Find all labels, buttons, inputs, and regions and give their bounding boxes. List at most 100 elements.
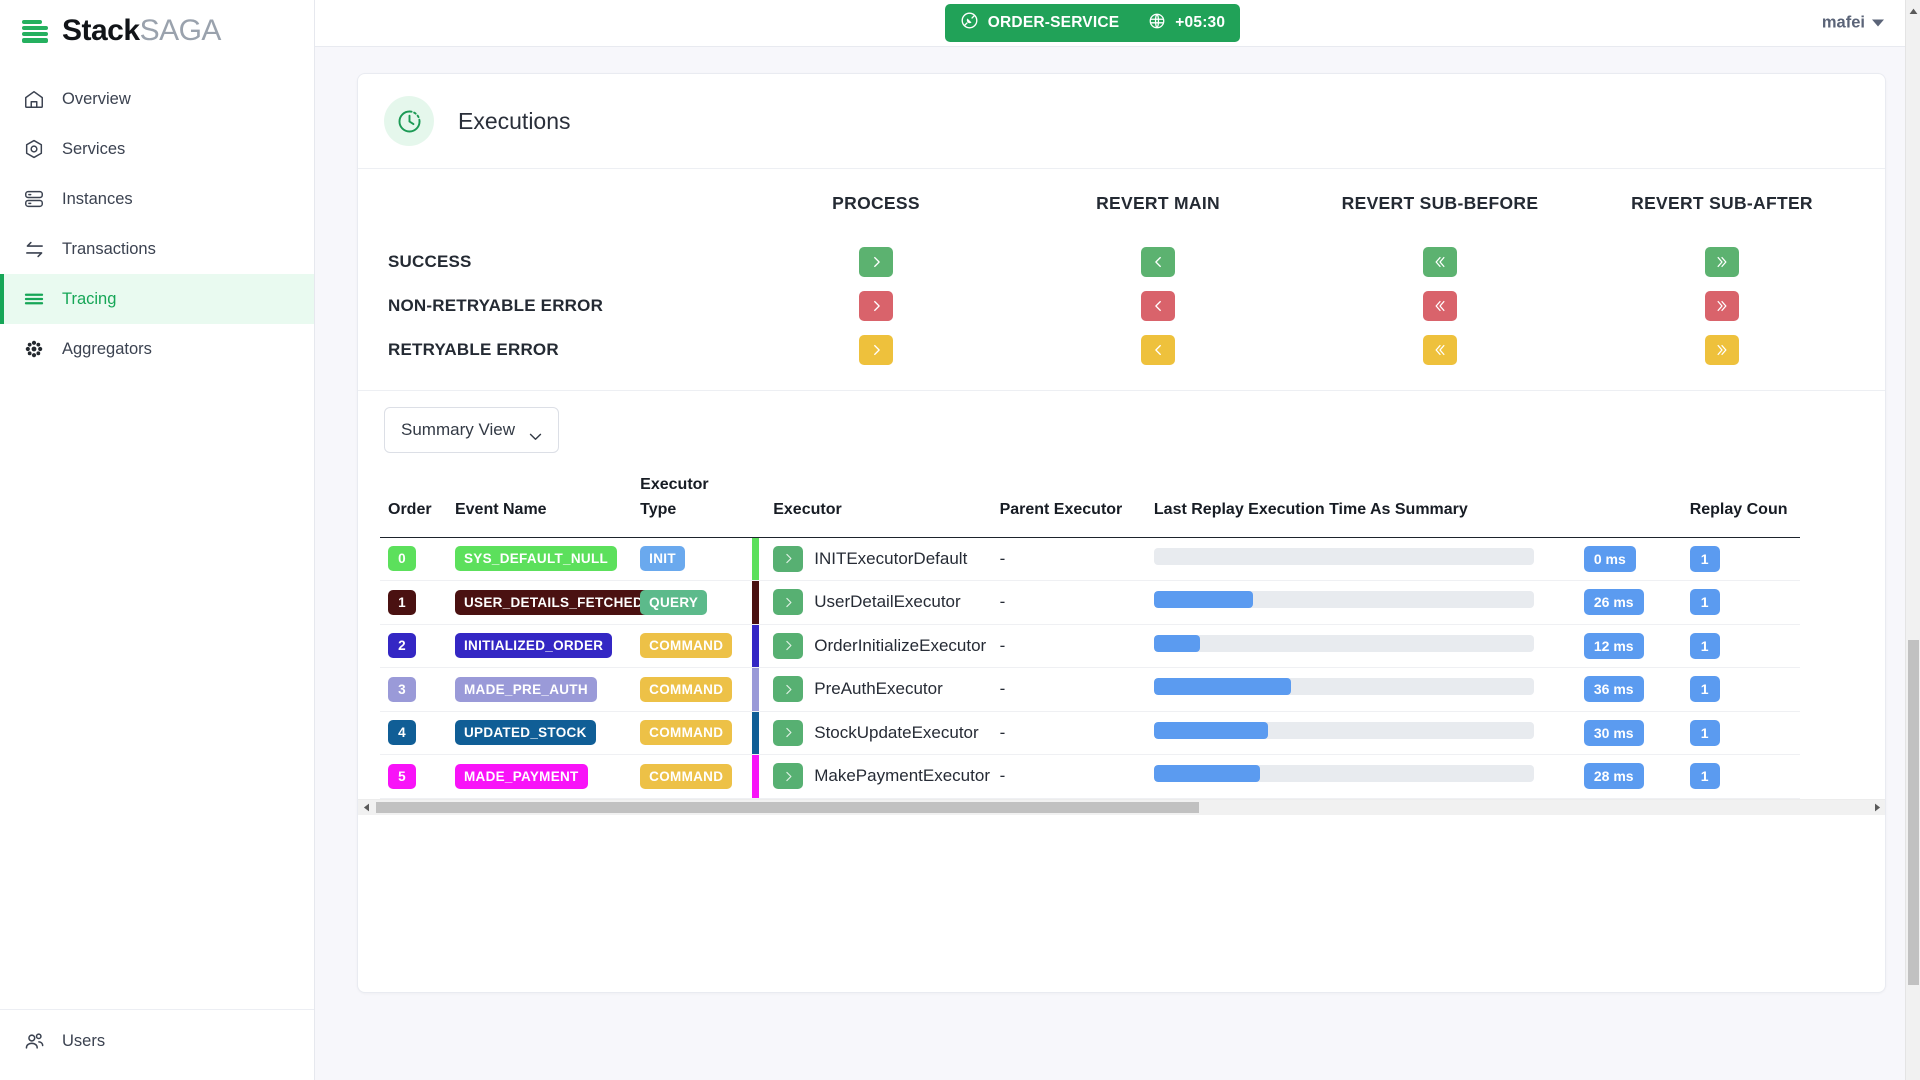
row-color-bar — [752, 668, 760, 711]
horizontal-scrollbar[interactable] — [358, 798, 1885, 815]
th-parent-executor[interactable]: Parent Executor — [999, 473, 1154, 538]
chip-retryable-revert-main[interactable] — [1141, 335, 1175, 365]
main-region: ORDER-SERVICE +05:30 mafei Executions PR… — [315, 0, 1920, 1080]
event-name-badge: USER_DETAILS_FETCHED — [454, 589, 652, 615]
chip-success-process[interactable] — [859, 247, 893, 277]
chip-nonretryable-process[interactable] — [859, 291, 893, 321]
replay-time-track — [1153, 721, 1534, 739]
horizontal-scroll-thumb[interactable] — [376, 801, 1199, 813]
cell-executor-type: COMMAND — [640, 754, 760, 799]
replay-count-badge: 1 — [1689, 763, 1720, 790]
hexagon-gear-icon — [22, 137, 46, 161]
chip-success-revert-main[interactable] — [1141, 247, 1175, 277]
expand-executor-icon[interactable] — [773, 763, 804, 790]
th-executor-type-line1: Executor — [640, 476, 709, 493]
executor-name: PreAuthExecutor — [814, 679, 943, 699]
executions-table-scroll: Order Event Name Executor Type Executor … — [358, 473, 1885, 815]
sidebar-item-services[interactable]: Services — [0, 124, 314, 174]
replay-time-track — [1153, 591, 1534, 609]
table-row[interactable]: 4 UPDATED_STOCK COMMAND StockUpdateExecutor… — [380, 711, 1800, 756]
table-row[interactable]: 2 INITIALIZED_ORDER COMMAND OrderInitialize… — [380, 624, 1800, 669]
replay-time-fill — [1153, 678, 1291, 696]
executor-type-badge: COMMAND — [640, 633, 733, 659]
cell-executor-type: INIT — [640, 537, 760, 582]
cell-ms: 30 ms — [1583, 711, 1690, 756]
th-event-name[interactable]: Event Name — [454, 473, 641, 538]
scroll-left-arrow-icon[interactable] — [358, 799, 374, 815]
cell-order: 3 — [380, 667, 455, 712]
replay-time-fill — [1153, 721, 1268, 739]
sidebar-item-tracing[interactable]: Tracing — [0, 274, 314, 324]
chip-nonretryable-revert-sub-after[interactable] — [1705, 291, 1739, 321]
cell-executor: StockUpdateExecutor — [752, 711, 1000, 756]
table-row[interactable]: 0 SYS_DEFAULT_NULL INIT INITExecutorDefault… — [380, 537, 1800, 582]
chip-nonretryable-revert-sub-before[interactable] — [1423, 291, 1457, 321]
replay-time-badge: 26 ms — [1583, 589, 1644, 616]
parent-executor-value: - — [999, 722, 1006, 742]
sidebar-item-instances[interactable]: Instances — [0, 174, 314, 224]
th-replay-count[interactable]: Replay Coun — [1689, 473, 1800, 538]
chip-success-revert-sub-before[interactable] — [1423, 247, 1457, 277]
expand-executor-icon[interactable] — [773, 676, 804, 703]
plug-circle-icon — [960, 11, 979, 35]
expand-executor-icon[interactable] — [773, 545, 804, 572]
sidebar-item-label: Aggregators — [62, 339, 152, 358]
parent-executor-value: - — [999, 592, 1006, 612]
user-menu[interactable]: mafei — [1822, 14, 1884, 33]
replay-time-badge: 0 ms — [1583, 545, 1636, 572]
sidebar-item-overview[interactable]: Overview — [0, 74, 314, 124]
chip-nonretryable-revert-main[interactable] — [1141, 291, 1175, 321]
chip-retryable-process[interactable] — [859, 335, 893, 365]
table-row[interactable]: 3 MADE_PRE_AUTH COMMAND PreAuthExecutor - 36 … — [380, 667, 1800, 712]
th-order[interactable]: Order — [380, 473, 455, 538]
chevron-down-icon — [1872, 19, 1884, 27]
th-last-replay[interactable]: Last Replay Execution Time As Summary — [1153, 473, 1584, 538]
asterisk-flower-icon — [22, 337, 46, 361]
th-executor[interactable]: Executor — [759, 473, 1000, 538]
brand-logo[interactable]: StackSAGA — [0, 0, 314, 62]
sidebar-item-label: Instances — [62, 189, 133, 208]
cell-order: 4 — [380, 711, 455, 756]
page-vertical-scrollbar[interactable] — [1905, 0, 1920, 1080]
event-name-badge: MADE_PRE_AUTH — [454, 676, 597, 702]
expand-executor-icon[interactable] — [773, 632, 804, 659]
brand-name-light: SAGA — [139, 14, 222, 47]
table-row[interactable]: 1 USER_DETAILS_FETCHED QUERY UserDetailExec… — [380, 580, 1800, 625]
event-name-badge: MADE_PAYMENT — [454, 763, 588, 789]
cell-order: 0 — [380, 537, 455, 582]
chip-retryable-revert-sub-before[interactable] — [1423, 335, 1457, 365]
scroll-up-arrow-icon[interactable] — [1909, 2, 1918, 20]
row-color-bar — [752, 537, 760, 581]
th-executor-type[interactable]: Executor Type — [640, 473, 760, 538]
sidebar-item-aggregators[interactable]: Aggregators — [0, 324, 314, 374]
sidebar-item-users[interactable]: Users — [0, 1016, 314, 1066]
scroll-right-arrow-icon[interactable] — [1869, 799, 1885, 815]
cell-parent-executor: - — [999, 667, 1154, 712]
legend-corner — [380, 193, 735, 240]
chip-retryable-revert-sub-after[interactable] — [1705, 335, 1739, 365]
expand-executor-icon[interactable] — [773, 589, 804, 616]
chip-success-revert-sub-after[interactable] — [1705, 247, 1739, 277]
cell-executor-type: COMMAND — [640, 711, 760, 756]
sidebar-item-label: Services — [62, 139, 126, 158]
table-row[interactable]: 5 MADE_PAYMENT COMMAND MakePaymentExecutor -… — [380, 754, 1800, 799]
view-select-wrap: Summary View — [380, 391, 1863, 473]
parent-executor-value: - — [999, 548, 1006, 568]
legend-col-revert-sub-before: REVERT SUB-BEFORE — [1341, 193, 1539, 213]
cell-order: 1 — [380, 580, 455, 625]
expand-executor-icon[interactable] — [773, 719, 804, 746]
executor-type-badge: COMMAND — [640, 676, 733, 702]
cell-parent-executor: - — [999, 624, 1154, 669]
event-name-badge: SYS_DEFAULT_NULL — [454, 546, 618, 572]
view-mode-select[interactable]: Summary View — [384, 407, 559, 453]
sidebar-item-transactions[interactable]: Transactions — [0, 224, 314, 274]
service-badge[interactable]: ORDER-SERVICE +05:30 — [944, 4, 1241, 42]
cell-event-name: INITIALIZED_ORDER — [454, 624, 641, 669]
executor-name: OrderInitializeExecutor — [814, 635, 987, 655]
sidebar-flex-spacer — [0, 374, 314, 1009]
legend-row-label: NON-RETRYABLE ERROR — [388, 296, 604, 315]
legend-col-process: PROCESS — [832, 193, 920, 213]
globe-icon — [1148, 12, 1166, 35]
cell-executor: MakePaymentExecutor — [752, 754, 1000, 799]
vertical-scroll-thumb[interactable] — [1908, 640, 1919, 985]
